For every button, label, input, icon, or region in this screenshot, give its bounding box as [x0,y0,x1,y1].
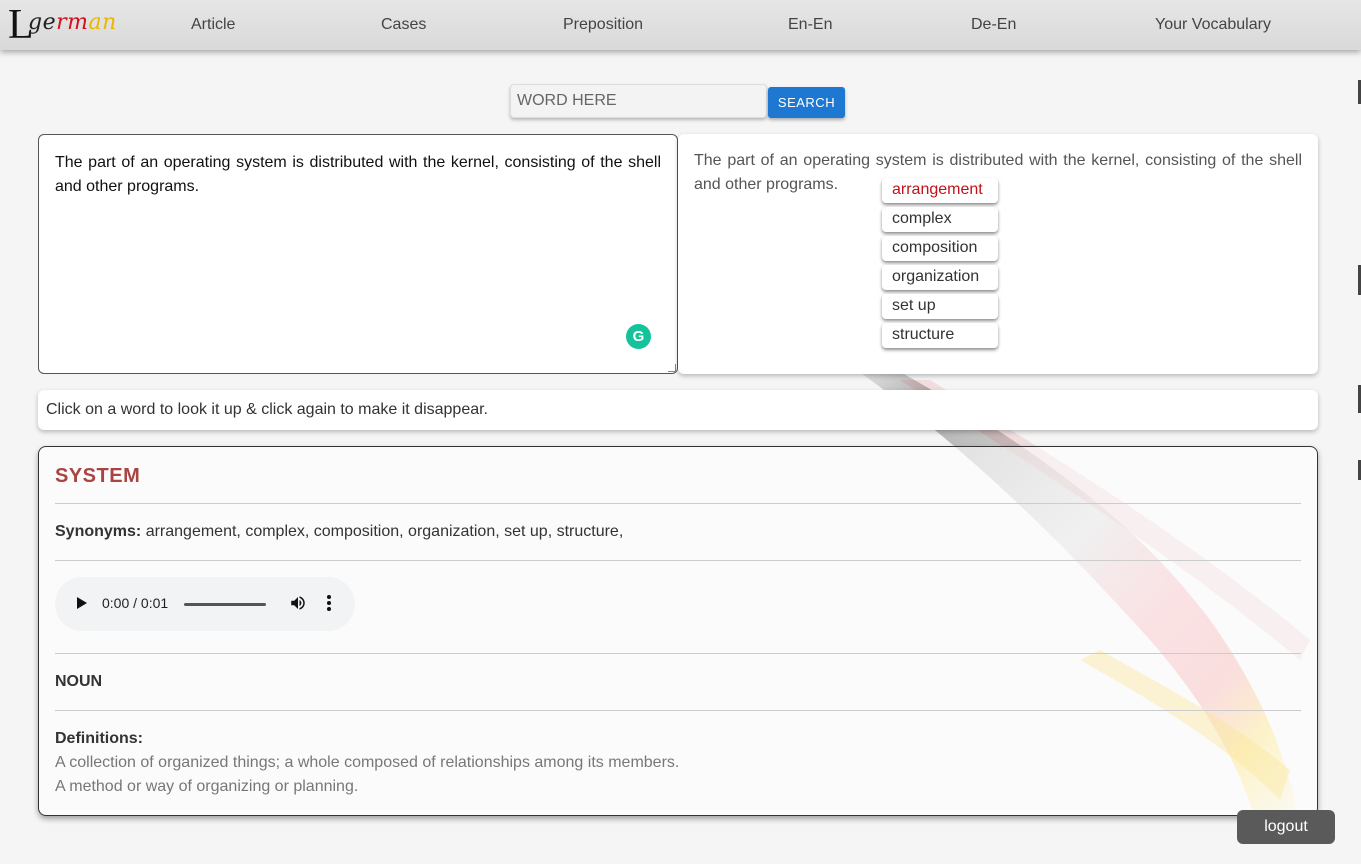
more-options-icon[interactable] [327,594,331,612]
search-button[interactable]: SEARCH [768,87,845,118]
play-icon[interactable] [77,597,87,609]
divider [55,710,1301,711]
synonyms-line: Synonyms: arrangement, complex, composit… [55,523,623,541]
nav-your-vocabulary[interactable]: Your Vocabulary [1155,16,1271,34]
clickable-text-panel[interactable]: The part of an operating system is distr… [678,134,1318,374]
definition-card: SYSTEM Synonyms: arrangement, complex, c… [38,446,1318,816]
text-input-area[interactable]: The part of an operating system is distr… [38,134,678,374]
resize-handle-icon[interactable] [668,364,676,372]
divider [55,653,1301,654]
logo-wordmark: german [28,10,117,35]
synonym-option[interactable]: structure [882,323,998,348]
synonym-option[interactable]: arrangement [882,178,998,203]
divider [55,503,1301,504]
grammarly-icon[interactable]: G [626,324,651,349]
nav-article[interactable]: Article [191,16,235,34]
hint-text: Click on a word to look it up & click ag… [46,401,488,418]
lookup-text[interactable]: The part of an operating system is distr… [694,152,1302,193]
volume-icon[interactable] [289,594,307,612]
audio-seek-bar[interactable] [184,603,266,606]
synonyms-label: Synonyms: [55,523,142,540]
definition-item: A method or way of organizing or plannin… [55,778,359,795]
audio-time: 0:00 / 0:01 [102,595,169,611]
definitions-label: Definitions: [55,730,143,747]
logout-button[interactable]: logout [1237,810,1335,844]
synonym-option[interactable]: organization [882,265,998,290]
pronunciation-audio-player: 0:00 / 0:01 [55,577,355,631]
nav-en-en[interactable]: En-En [788,16,832,34]
word-search-input[interactable] [510,84,767,118]
input-text: The part of an operating system is distr… [55,154,661,195]
instruction-bar: Click on a word to look it up & click ag… [38,390,1318,430]
definition-item: A collection of organized things; a whol… [55,754,680,771]
part-of-speech: NOUN [55,673,103,690]
divider [55,560,1301,561]
nav-de-en[interactable]: De-En [971,16,1016,34]
nav-preposition[interactable]: Preposition [563,16,643,34]
word-title: SYSTEM [55,465,141,487]
synonym-option[interactable]: complex [882,207,998,232]
site-logo[interactable]: L german [8,4,128,46]
nav-cases[interactable]: Cases [381,16,426,34]
synonyms-text: arrangement, complex, composition, organ… [145,523,624,540]
synonym-option[interactable]: composition [882,236,998,261]
synonym-option[interactable]: set up [882,294,998,319]
synonym-popup: arrangement complex composition organiza… [882,178,998,352]
top-navbar: L german Article Cases Preposition En-En… [0,0,1361,50]
